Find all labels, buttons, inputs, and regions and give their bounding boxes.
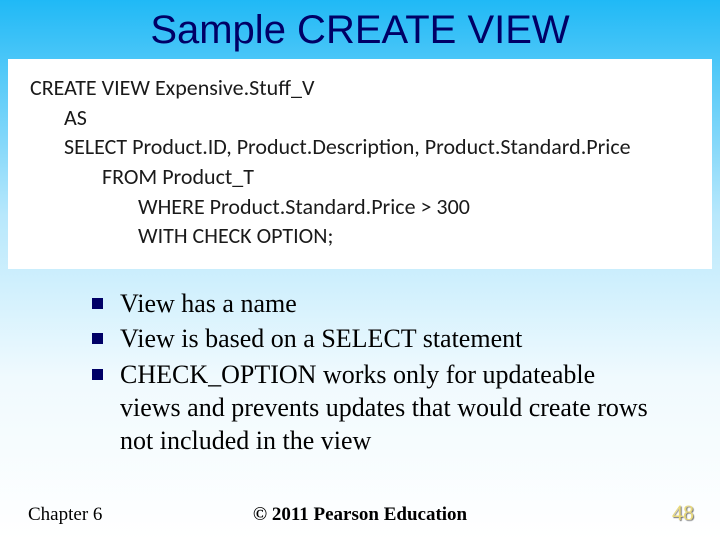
code-line: WITH CHECK OPTION; (30, 221, 690, 251)
bullet-text: View has a name (120, 289, 297, 318)
code-line: FROM Product_T (30, 162, 690, 192)
footer-page-number: 48 (672, 500, 694, 526)
bullet-item: View is based on a SELECT statement (88, 322, 662, 355)
sql-code-block: CREATE VIEW Expensive.Stuff_V AS SELECT … (8, 59, 712, 269)
bullet-text: View is based on a SELECT statement (120, 324, 522, 353)
bullet-text: CHECK_OPTION works only for updateable v… (120, 360, 648, 456)
code-line: SELECT Product.ID, Product.Description, … (30, 132, 690, 162)
slide-title: Sample CREATE VIEW (0, 0, 720, 59)
bullet-list: View has a name View is based on a SELEC… (88, 287, 662, 457)
footer-copyright: © 2011 Pearson Education (0, 504, 720, 526)
code-line: CREATE VIEW Expensive.Stuff_V (30, 73, 690, 103)
bullet-item: View has a name (88, 287, 662, 320)
code-line: AS (30, 103, 690, 133)
slide: Sample CREATE VIEW CREATE VIEW Expensive… (0, 0, 720, 540)
bullet-item: CHECK_OPTION works only for updateable v… (88, 358, 662, 458)
code-line: WHERE Product.Standard.Price > 300 (30, 192, 690, 222)
